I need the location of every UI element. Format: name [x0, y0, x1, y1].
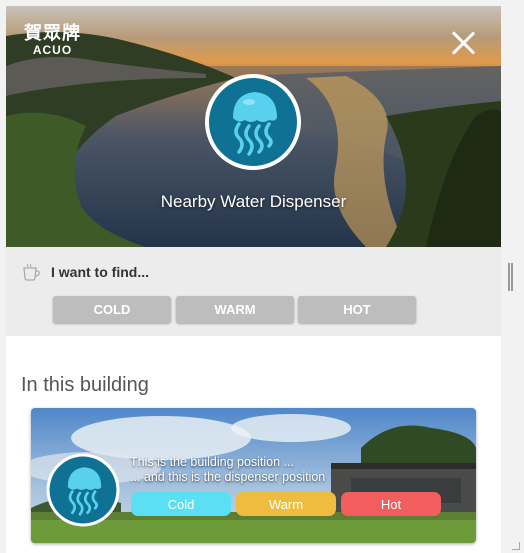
cold-button[interactable]: COLD	[53, 296, 171, 323]
warm-tag[interactable]: Warm	[236, 492, 336, 516]
find-filter-bar: I want to find... COLD WARM HOT	[6, 247, 501, 336]
hot-tag[interactable]: Hot	[341, 492, 441, 516]
find-label: I want to find...	[51, 264, 149, 280]
warm-button[interactable]: WARM	[176, 296, 294, 323]
brand-logo: 賀眾牌 ACUO	[24, 23, 81, 57]
hero-banner: 賀眾牌 ACUO Nearby Water Dispenser	[6, 6, 501, 247]
building-position-text: This is the building position ...	[130, 455, 294, 469]
hot-button[interactable]: HOT	[298, 296, 416, 323]
building-card[interactable]: This is the building position ... ... an…	[31, 408, 476, 543]
cold-tag[interactable]: Cold	[131, 492, 231, 516]
resize-corner-icon[interactable]	[512, 542, 520, 550]
brand-name-cn: 賀眾牌	[24, 23, 81, 44]
close-icon[interactable]	[450, 30, 476, 56]
jellyfish-icon	[46, 453, 120, 527]
section-title: In this building	[21, 374, 149, 396]
dispenser-position-text: ... and this is the dispenser position	[130, 470, 326, 484]
brand-name-en: ACUO	[32, 43, 73, 57]
hero-title: Nearby Water Dispenser	[160, 192, 347, 211]
dispenser-panel: 賀眾牌 ACUO Nearby Water Dispenser I want t…	[6, 6, 501, 553]
cup-icon	[23, 263, 40, 281]
scrollbar-handle[interactable]	[507, 263, 513, 291]
jellyfish-icon	[205, 74, 301, 170]
